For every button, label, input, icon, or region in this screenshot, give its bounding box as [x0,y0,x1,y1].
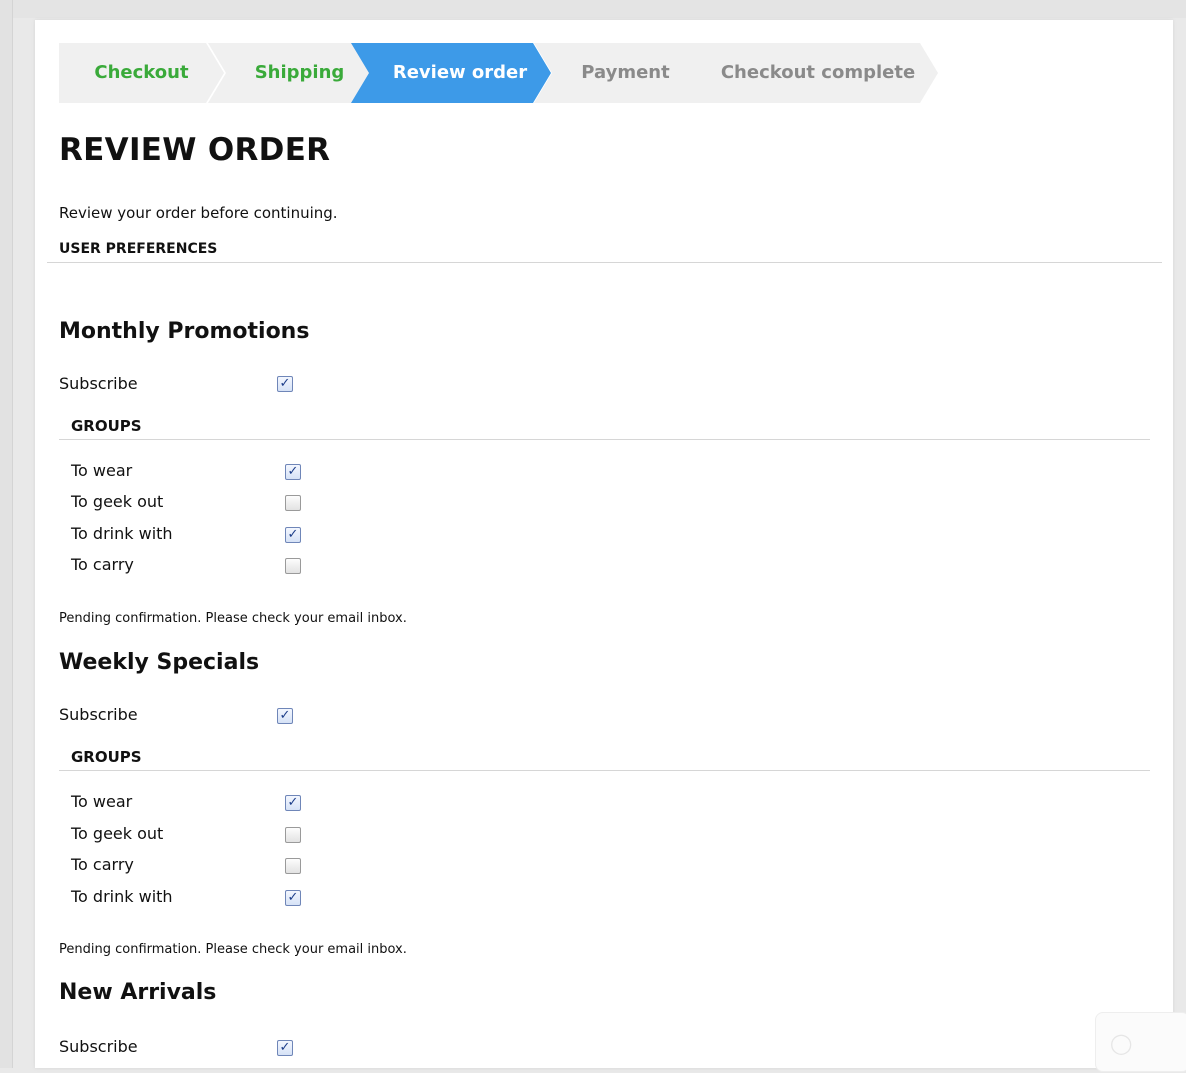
subscribe-label: Subscribe [59,705,138,724]
page-title: REVIEW ORDER [59,132,331,168]
newsletter-monthly-promotions: Monthly Promotions Subscribe ✓ GROUPS To… [59,319,1151,629]
step-label: Checkout complete [720,62,916,83]
step-checkout-complete: Checkout complete [680,43,938,103]
section-title: New Arrivals [59,980,217,1005]
browser-top-band [0,0,1186,18]
group-checkbox-to-geek-out[interactable] [285,495,301,511]
left-rail [0,0,13,1068]
group-checkbox-to-drink-with[interactable]: ✓ [285,527,301,543]
step-label: Shipping [254,62,345,83]
step-label: Payment [581,62,670,83]
subscribe-checkbox[interactable]: ✓ [277,1040,293,1056]
newsletter-new-arrivals: New Arrivals Subscribe ✓ [59,980,1151,1068]
pending-confirmation-text: Pending confirmation. Please check your … [59,942,407,957]
group-label: To wear [71,792,133,811]
checkout-steps: Checkout Shipping Review order Payment C… [59,43,949,103]
newsletter-weekly-specials: Weekly Specials Subscribe ✓ GROUPS To we… [59,650,1151,960]
main-panel: Checkout Shipping Review order Payment C… [35,20,1173,1068]
step-payment: Payment [534,43,699,103]
group-label: To geek out [71,824,164,843]
group-label: To carry [71,555,134,574]
groups-heading: GROUPS [71,417,142,435]
intro-text: Review your order before continuing. [59,204,338,222]
user-preferences-heading: USER PREFERENCES [59,241,218,257]
group-label: To wear [71,461,133,480]
section-title: Monthly Promotions [59,319,310,344]
group-checkbox-to-wear[interactable]: ✓ [285,795,301,811]
step-shipping[interactable]: Shipping [208,43,373,103]
group-checkbox-to-carry[interactable] [285,558,301,574]
groups-heading: GROUPS [71,748,142,766]
pending-confirmation-text: Pending confirmation. Please check your … [59,611,407,626]
group-label: To carry [71,855,134,874]
group-checkbox-to-geek-out[interactable] [285,827,301,843]
divider [47,262,1162,263]
step-label: Review order [392,62,528,83]
group-label: To geek out [71,492,164,511]
subscribe-label: Subscribe [59,374,138,393]
group-label: To drink with [71,887,173,906]
section-title: Weekly Specials [59,650,260,675]
step-label: Checkout [94,62,189,83]
subscribe-checkbox[interactable]: ✓ [277,376,293,392]
group-label: To drink with [71,524,173,543]
chat-widget[interactable]: ◯ [1095,1012,1186,1072]
step-review-order[interactable]: Review order [351,43,551,103]
subscribe-label: Subscribe [59,1037,138,1056]
group-checkbox-to-wear[interactable]: ✓ [285,464,301,480]
group-checkbox-to-drink-with[interactable]: ✓ [285,890,301,906]
subscribe-checkbox[interactable]: ✓ [277,708,293,724]
divider [59,439,1150,440]
divider [59,770,1150,771]
step-checkout[interactable]: Checkout [59,43,224,103]
chat-bubble-icon: ◯ [1110,1031,1133,1055]
group-checkbox-to-carry[interactable] [285,858,301,874]
